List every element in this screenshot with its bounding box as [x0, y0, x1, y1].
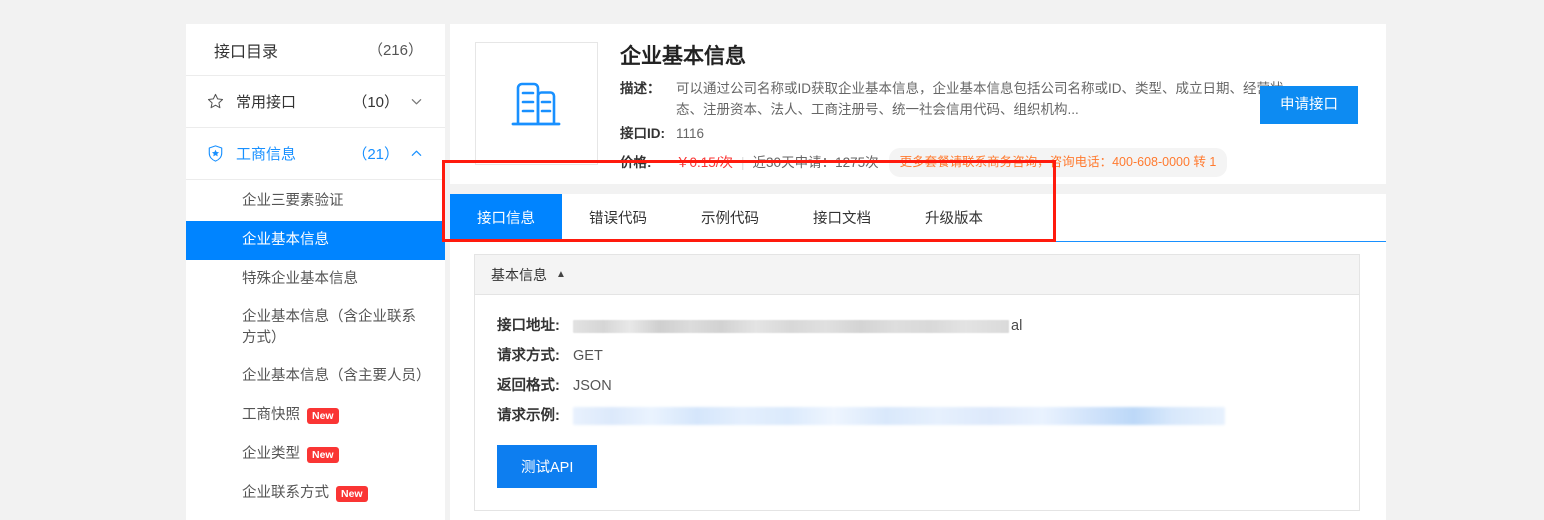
tab-label: 示例代码 [701, 211, 759, 227]
sidebar-item-1[interactable]: 企业基本信息 [186, 221, 445, 260]
tab-bar: 接口信息 错误代码 示例代码 接口文档 升级版本 [450, 194, 1386, 242]
tab-sample-code[interactable]: 示例代码 [674, 194, 786, 241]
sidebar-item-label: 企业三要素验证 [242, 193, 344, 209]
endpoint-value: al [573, 311, 1337, 341]
main-content: 企业基本信息 描述： 可以通过公司名称或ID获取企业基本信息，企业基本信息包括公… [442, 24, 1386, 520]
api-id-row: 接口ID: 1116 [620, 123, 1366, 144]
sidebar-item-label: 企业基本信息 [242, 232, 329, 248]
description-label: 描述： [620, 81, 661, 96]
chevron-down-icon[interactable] [409, 95, 423, 109]
card-gap [450, 184, 1386, 194]
caret-up-icon[interactable]: ▲ [556, 269, 566, 280]
sidebar-item-label: 企业类型 [242, 446, 300, 462]
apply-api-button[interactable]: 申请接口 [1260, 86, 1358, 124]
tab-docs[interactable]: 接口文档 [786, 194, 898, 241]
page-root: 接口目录 （216） 常用接口 （10） 工商信息 （21） 企业三要素验证 企… [0, 0, 1544, 520]
sidebar-item-5[interactable]: 工商快照 New [186, 396, 445, 435]
sidebar-item-label: 企业联系方式 [242, 485, 329, 501]
sidebar-item-label: 企业基本信息（含主要人员） [242, 368, 431, 384]
tab-label: 升级版本 [925, 211, 983, 227]
sidebar-group-count: （10） [352, 94, 399, 111]
new-badge: New [336, 485, 368, 502]
sidebar-item-2[interactable]: 特殊企业基本信息 [186, 260, 445, 299]
sidebar-item-3[interactable]: 企业基本信息（含企业联系方式） [186, 299, 445, 357]
example-value [573, 401, 1337, 431]
api-id-label: 接口ID: [620, 126, 665, 141]
tabs-card: 接口信息 错误代码 示例代码 接口文档 升级版本 基本信息 ▲ 接口地址: al… [442, 160, 1386, 520]
basic-info-panel: 基本信息 ▲ 接口地址: al 请求方式: GET 返回格式: JSON 请求示… [474, 254, 1360, 511]
building-icon [504, 68, 570, 139]
sidebar-group-label: 工商信息 [236, 146, 297, 163]
api-header-card: 企业基本信息 描述： 可以通过公司名称或ID获取企业基本信息，企业基本信息包括公… [450, 24, 1386, 184]
sidebar-group-count: （21） [352, 146, 399, 163]
new-badge: New [307, 446, 339, 463]
sidebar-item-7[interactable]: 企业联系方式 New [186, 474, 445, 513]
tab-label: 接口文档 [813, 211, 871, 227]
field-row-format: 返回格式: JSON [497, 371, 1337, 401]
requests-30d: 近30天申请：1275次 [752, 155, 879, 170]
sidebar-item-label: 企业基本信息（含企业联系方式） [242, 309, 416, 346]
method-label: 请求方式: [497, 348, 560, 364]
star-icon [204, 91, 226, 113]
field-row-endpoint: 接口地址: al [497, 311, 1337, 341]
basic-info-panel-body: 接口地址: al 请求方式: GET 返回格式: JSON 请求示例: 测试AP… [475, 295, 1359, 510]
sidebar-group-common-apis[interactable]: 常用接口 （10） [186, 76, 445, 128]
sidebar-item-label: 工商快照 [242, 407, 300, 423]
tab-label: 错误代码 [589, 211, 647, 227]
tab-interface-info[interactable]: 接口信息 [450, 194, 562, 241]
sidebar-group-business-info[interactable]: 工商信息 （21） [186, 128, 445, 180]
field-row-example: 请求示例: [497, 401, 1337, 431]
sidebar-header-count: （216） [367, 42, 423, 59]
endpoint-visible-tail: al [1011, 318, 1023, 334]
promo-badge: 更多套餐请联系商务咨询，咨询电话：400-608-0000 转 1 [888, 148, 1228, 177]
tab-label: 接口信息 [477, 211, 535, 227]
sidebar-group-label: 常用接口 [236, 94, 297, 111]
redacted-example [573, 407, 1225, 426]
api-id-value: 1116 [676, 126, 705, 141]
api-price-row: 价格: ￥0.15/次 | 近30天申请：1275次 更多套餐请联系商务咨询，咨… [620, 148, 1366, 177]
tab-upgrade-version[interactable]: 升级版本 [898, 194, 1010, 241]
chevron-up-icon[interactable] [409, 147, 423, 161]
sidebar-item-label: 特殊企业基本信息 [242, 271, 358, 287]
format-label: 返回格式: [497, 378, 560, 394]
new-badge: New [307, 407, 339, 424]
shield-badge-icon [204, 143, 226, 165]
sidebar-header-title: 接口目录 [214, 43, 279, 61]
tab-error-codes[interactable]: 错误代码 [562, 194, 674, 241]
sidebar-header: 接口目录 （216） [186, 24, 445, 76]
sidebar-item-6[interactable]: 企业类型 New [186, 435, 445, 474]
redacted-url [573, 319, 1009, 333]
basic-info-panel-header[interactable]: 基本信息 ▲ [475, 255, 1359, 295]
test-api-button[interactable]: 测试API [497, 445, 598, 488]
sidebar-item-0[interactable]: 企业三要素验证 [186, 182, 445, 221]
endpoint-label: 接口地址: [497, 318, 560, 334]
sidebar-item-list: 企业三要素验证 企业基本信息 特殊企业基本信息 企业基本信息（含企业联系方式） … [186, 180, 445, 513]
api-thumbnail [475, 42, 598, 165]
sidebar: 接口目录 （216） 常用接口 （10） 工商信息 （21） 企业三要素验证 企… [186, 24, 445, 520]
panel-title: 基本信息 [491, 266, 547, 283]
page-title: 企业基本信息 [620, 45, 746, 68]
field-row-method: 请求方式: GET [497, 341, 1337, 371]
separator: | [741, 155, 745, 170]
description-value: 可以通过公司名称或ID获取企业基本信息，企业基本信息包括公司名称或ID、类型、成… [676, 81, 1284, 117]
price-label: 价格: [620, 155, 652, 170]
api-description-row: 描述： 可以通过公司名称或ID获取企业基本信息，企业基本信息包括公司名称或ID、… [620, 78, 1366, 120]
method-value: GET [573, 348, 603, 364]
format-value: JSON [573, 378, 612, 394]
sidebar-item-4[interactable]: 企业基本信息（含主要人员） [186, 357, 445, 396]
example-label: 请求示例: [497, 408, 560, 424]
price-value: ￥0.15/次 [676, 155, 734, 170]
